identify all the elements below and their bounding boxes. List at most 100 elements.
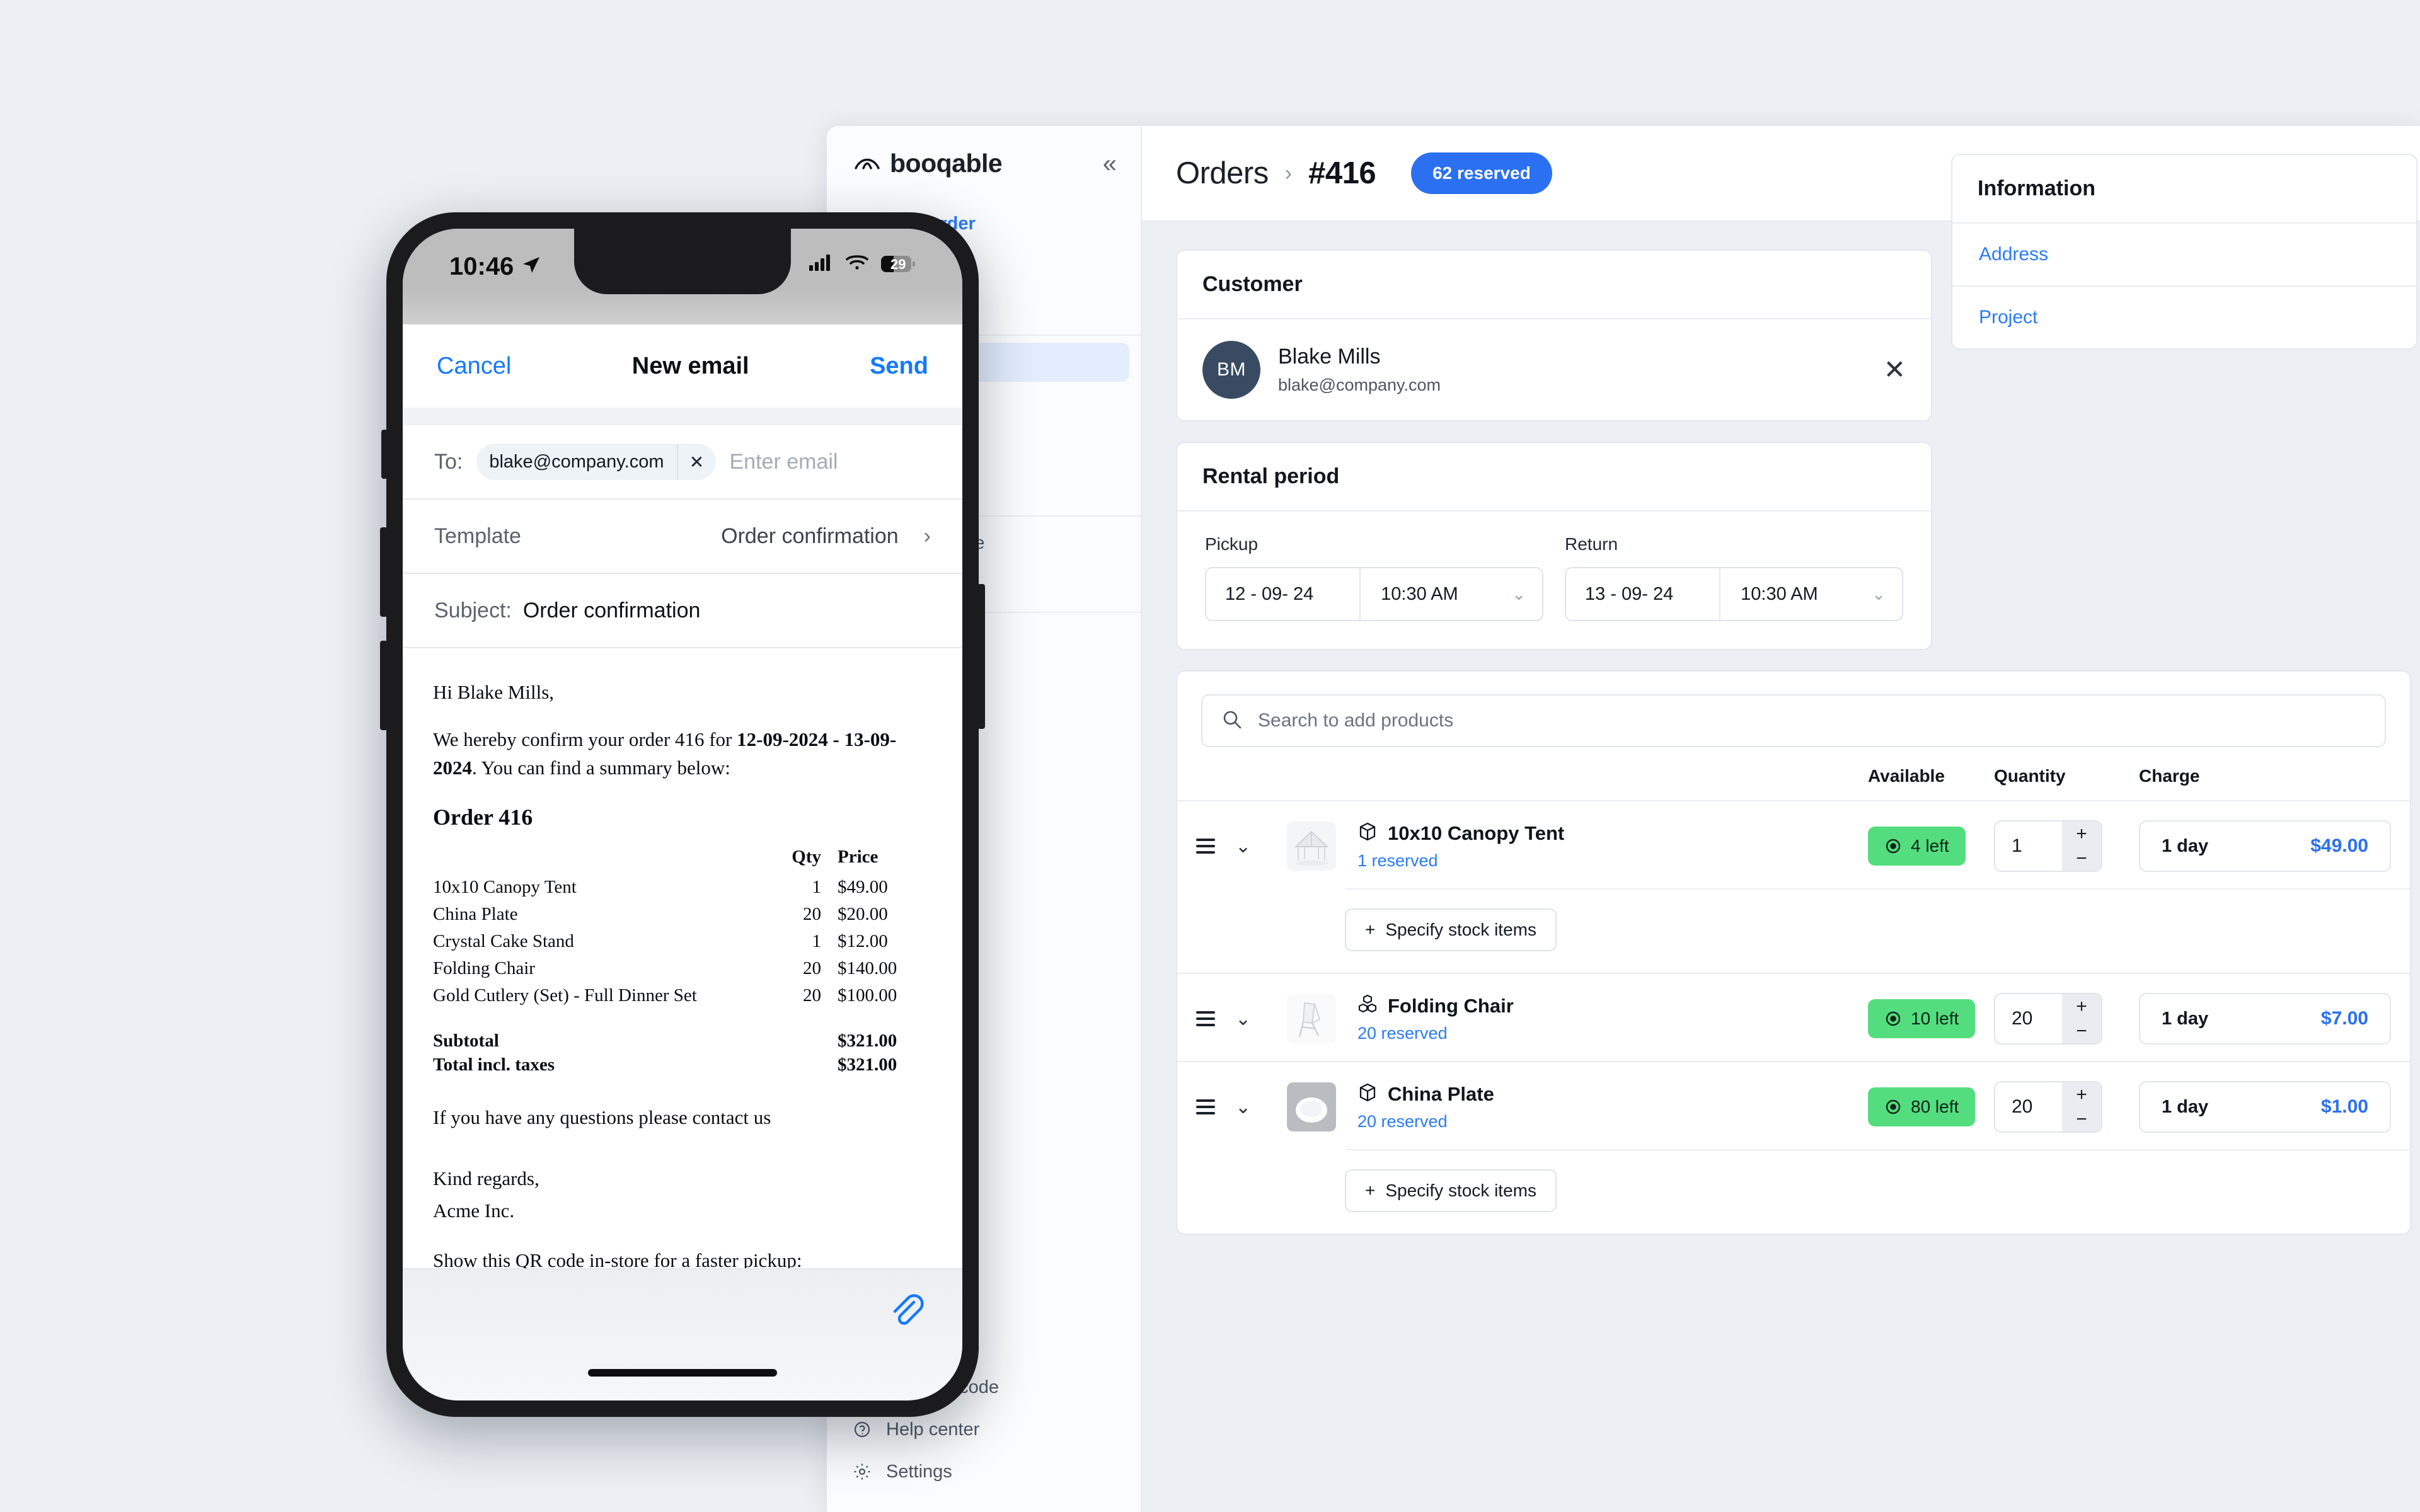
product-reserved-link[interactable]: 20 reserved: [1357, 1024, 1868, 1043]
charge-box[interactable]: 1 day $1.00: [2139, 1081, 2391, 1133]
available-cell: 10 left: [1868, 999, 1994, 1038]
stock-items-row: + Specify stock items: [1177, 908, 2410, 973]
quantity-cell: 20 + −: [1994, 1081, 2139, 1133]
sidebar-brand-row: booqable «: [827, 126, 1141, 197]
product-name[interactable]: 10x10 Canopy Tent: [1388, 822, 1564, 845]
customer-details: Blake Mills blake@company.com: [1278, 345, 1441, 395]
email-body[interactable]: Hi Blake Mills, We hereby confirm your o…: [403, 648, 962, 1329]
template-field-row[interactable]: Template Order confirmation ›: [403, 500, 962, 574]
breadcrumb-orders[interactable]: Orders: [1176, 156, 1269, 191]
subtotal-qty: [768, 1031, 838, 1055]
quantity-stepper[interactable]: 1 + −: [1994, 820, 2102, 872]
drag-handle-icon[interactable]: [1177, 1099, 1235, 1114]
charge-box[interactable]: 1 day $49.00: [2139, 820, 2391, 872]
info-row-address[interactable]: Address: [1952, 222, 2416, 285]
availability-label: 10 left: [1911, 1009, 1959, 1028]
cube-icon: [1357, 1082, 1378, 1106]
products-card: Available Quantity Charge ⌄ 10x10 Canopy …: [1176, 670, 2411, 1235]
product-thumbnail: [1287, 822, 1336, 871]
close-icon[interactable]: ✕: [1884, 357, 1906, 383]
email-company: Acme Inc.: [433, 1199, 515, 1222]
status-time-group: 10:46: [449, 253, 541, 281]
drag-cell: [1177, 839, 1235, 854]
close-icon[interactable]: ✕: [676, 444, 716, 480]
search-input[interactable]: [1258, 710, 2366, 731]
gear-icon: [852, 1462, 872, 1482]
table-row: ⌄ China Plate 20 reserved 80 left 20 + −1 day $…: [1177, 1061, 2410, 1234]
expand-cell: ⌄: [1235, 1008, 1287, 1030]
template-value: Order confirmation: [721, 524, 899, 548]
line-item-name: Crystal Cake Stand: [433, 931, 574, 951]
line-item-name: Gold Cutlery (Set) - Full Dinner Set: [433, 985, 697, 1005]
volume-up-button[interactable]: [380, 527, 388, 617]
increment-button[interactable]: +: [2062, 994, 2101, 1019]
return-field: 13 - 09- 24 10:30 AM ⌄: [1565, 567, 1903, 621]
sidebar-item-settings[interactable]: Settings: [838, 1452, 1129, 1491]
status-time: 10:46: [449, 253, 514, 280]
availability-badge[interactable]: 10 left: [1868, 999, 1976, 1038]
chevron-right-icon: ›: [923, 524, 931, 548]
specify-stock-items-button[interactable]: + Specify stock items: [1345, 908, 1557, 951]
pickup-date-input[interactable]: 12 - 09- 24: [1206, 568, 1361, 620]
increment-button[interactable]: +: [2062, 822, 2101, 846]
decrement-button[interactable]: −: [2062, 1107, 2101, 1131]
paperclip-icon[interactable]: [885, 1291, 925, 1333]
product-reserved-link[interactable]: 20 reserved: [1357, 1112, 1868, 1131]
thumb-cell: [1287, 822, 1357, 871]
increment-button[interactable]: +: [2062, 1082, 2101, 1107]
drag-handle-icon[interactable]: [1177, 839, 1235, 854]
status-badge[interactable]: 62 reserved: [1411, 152, 1552, 194]
chevron-down-icon[interactable]: ⌄: [1235, 1009, 1251, 1029]
charge-box[interactable]: 1 day $7.00: [2139, 993, 2391, 1045]
subject-field-row[interactable]: Subject: Order confirmation: [403, 574, 962, 648]
email-input[interactable]: Enter email: [730, 450, 838, 474]
name-cell: Folding Chair 20 reserved: [1357, 994, 1868, 1043]
avatar: BM: [1202, 341, 1260, 399]
recipient-chip-label: blake@company.com: [489, 451, 664, 472]
main-area: Orders › #416 62 reserved Customer BM Bl…: [1142, 126, 2420, 1512]
recipient-chip[interactable]: blake@company.com ✕: [476, 444, 716, 480]
decrement-button[interactable]: −: [2062, 1019, 2101, 1043]
line-item-price: $20.00: [838, 903, 888, 924]
line-item-price: $100.00: [838, 985, 897, 1005]
send-button[interactable]: Send: [870, 353, 928, 380]
power-button[interactable]: [977, 584, 985, 729]
quantity-value[interactable]: 20: [1995, 1082, 2062, 1131]
return-time-select[interactable]: 10:30 AM ⌄: [1720, 568, 1902, 620]
availability-badge[interactable]: 80 left: [1868, 1087, 1976, 1126]
availability-badge[interactable]: 4 left: [1868, 827, 1966, 866]
line-item-price: $49.00: [838, 876, 888, 897]
brand[interactable]: booqable: [853, 149, 1003, 178]
quantity-stepper[interactable]: 20 + −: [1994, 993, 2102, 1045]
volume-down-button[interactable]: [380, 641, 388, 730]
booqable-app-window: booqable « New orderDashboardCalendarOrd…: [827, 126, 2420, 1512]
stepper-buttons: + −: [2062, 994, 2101, 1043]
cancel-button[interactable]: Cancel: [437, 353, 511, 380]
quantity-value[interactable]: 1: [1995, 822, 2062, 871]
specify-stock-items-button[interactable]: + Specify stock items: [1345, 1169, 1557, 1212]
quantity-stepper[interactable]: 20 + −: [1994, 1081, 2102, 1133]
bulk-icon: [1357, 994, 1378, 1017]
silent-switch[interactable]: [381, 430, 388, 479]
chevron-down-icon: ⌄: [1872, 584, 1886, 604]
email-table-header-row: Qty Price: [433, 847, 932, 874]
plus-icon: +: [1365, 1181, 1376, 1200]
info-row-project[interactable]: Project: [1952, 285, 2416, 348]
customer-email: blake@company.com: [1278, 375, 1441, 394]
product-search-box[interactable]: [1201, 694, 2386, 747]
chevron-down-icon[interactable]: ⌄: [1235, 836, 1251, 857]
product-reserved-link[interactable]: 1 reserved: [1357, 851, 1868, 871]
quantity-value[interactable]: 20: [1995, 994, 2062, 1043]
product-name[interactable]: China Plate: [1388, 1083, 1494, 1106]
chevron-down-icon[interactable]: ⌄: [1235, 1097, 1251, 1118]
product-name[interactable]: Folding Chair: [1388, 995, 1514, 1017]
subject-value[interactable]: Order confirmation: [523, 598, 701, 623]
collapse-sidebar-icon[interactable]: «: [1103, 151, 1117, 176]
pickup-time-select[interactable]: 10:30 AM ⌄: [1361, 568, 1542, 620]
phone-screen: 10:46 29 Cancel New email Send To: blake…: [403, 229, 962, 1400]
decrement-button[interactable]: −: [2062, 846, 2101, 871]
drag-cell: [1177, 1011, 1235, 1026]
drag-handle-icon[interactable]: [1177, 1011, 1235, 1026]
return-date-input[interactable]: 13 - 09- 24: [1566, 568, 1721, 620]
home-indicator[interactable]: [588, 1369, 777, 1377]
